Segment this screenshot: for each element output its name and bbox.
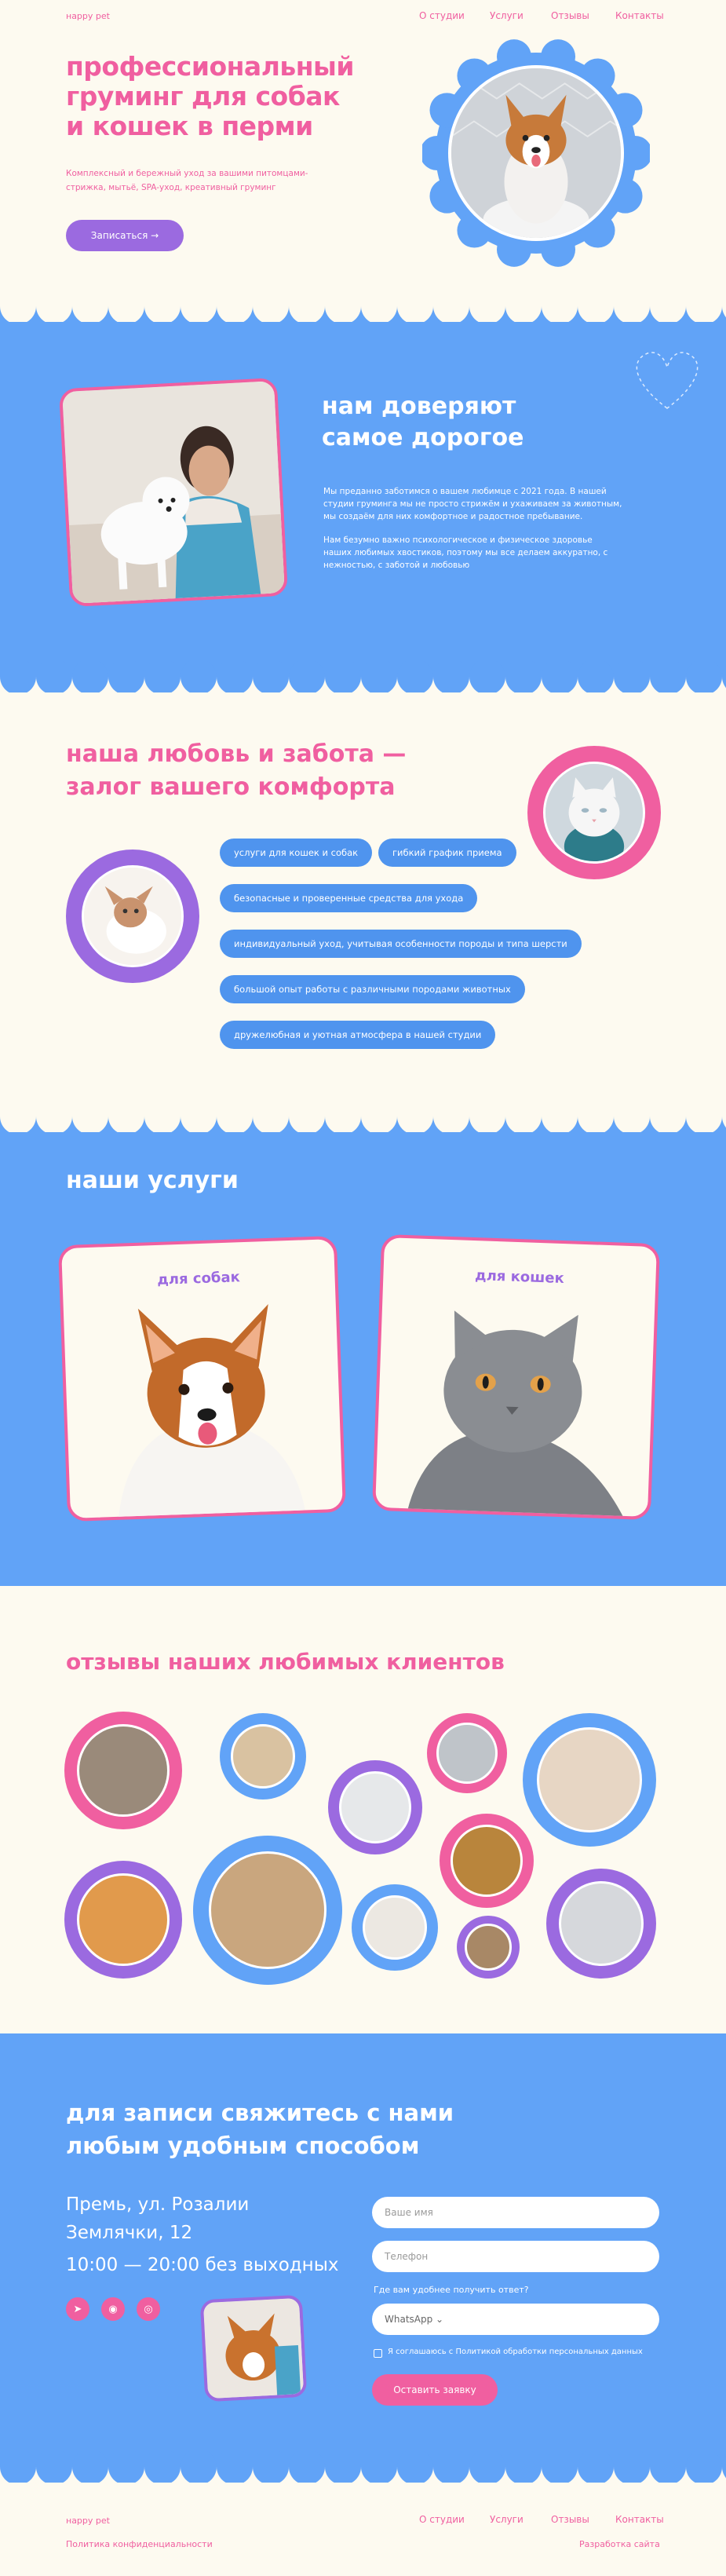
logo[interactable]: нappy pet — [66, 11, 110, 21]
reviews-title: отзывы наших любимых клиентов — [66, 1649, 505, 1675]
service-dogs-label: для собак — [156, 1269, 241, 1288]
reviews-section: отзывы наших любимых клиентов — [0, 1586, 726, 2033]
contact-photo — [199, 2294, 308, 2402]
nav-about[interactable]: О студии — [419, 10, 465, 21]
working-hours: 10:00 — 20:00 без выходных — [66, 2255, 339, 2275]
hero-title: профессиональный груминг для собак и кош… — [66, 51, 355, 141]
consent-checkbox[interactable] — [374, 2349, 382, 2358]
nav-services[interactable]: Услуги — [490, 10, 524, 21]
footer-logo[interactable]: нappy pet — [66, 2516, 110, 2526]
tag-flexible: гибкий график приема — [378, 839, 516, 867]
white-cat-photo — [543, 762, 645, 864]
tag-experience: большой опыт работы с различными породам… — [220, 975, 525, 1003]
scallop-divider — [0, 1101, 726, 1132]
hero-photo-frame — [420, 39, 652, 267]
sphynx-photo — [82, 865, 184, 967]
reply-question: Где вам удобнее получить ответ? — [374, 2285, 529, 2295]
corgi-illustration — [118, 1304, 307, 1522]
address: Премь, ул. Розалии Землячки, 12 — [66, 2194, 250, 2243]
privacy-policy-link[interactable]: Политика конфиденциальности — [66, 2539, 213, 2549]
service-card-cats[interactable]: для кошек — [371, 1233, 661, 1521]
review-photo[interactable] — [523, 1713, 656, 1847]
scallop-divider — [0, 661, 726, 692]
tag-individual: индивидуальный уход, учитывая особенност… — [220, 930, 582, 958]
tag-atmosphere: дружелюбная и уютная атмосфера в нашей с… — [220, 1021, 496, 1049]
trust-photo — [58, 377, 289, 608]
scallop-divider — [0, 2451, 726, 2483]
social-icons: ➤ ◉ ◎ — [66, 2297, 160, 2321]
consent-text: Я соглашаюсь с Политикой обработки персо… — [388, 2348, 643, 2356]
footer-nav-reviews[interactable]: Отзывы — [551, 2514, 589, 2525]
review-photo[interactable] — [64, 1861, 182, 1979]
messenger-select[interactable]: WhatsApp ⌄ — [372, 2304, 659, 2335]
review-photo[interactable] — [328, 1760, 422, 1854]
signup-button[interactable]: Записаться → — [66, 220, 184, 251]
care-title: наша любовь и забота — залог вашего комф… — [66, 740, 407, 801]
review-photo[interactable] — [220, 1713, 306, 1800]
tag-cats-dogs: услуги для кошек и собак — [220, 839, 373, 867]
review-photo[interactable] — [352, 1884, 438, 1971]
sphynx-frame — [66, 850, 199, 983]
trust-section: нам доверяют самое дорогое Мы преданно з… — [0, 306, 726, 675]
corgi-photo — [448, 65, 624, 241]
footer-nav-contacts[interactable]: Контакты — [615, 2514, 664, 2525]
service-card-dogs[interactable]: для собак — [57, 1235, 347, 1522]
trust-text: Мы преданно заботимся о вашем любимце с … — [323, 487, 622, 570]
heart-doodle — [636, 352, 699, 409]
telegram-icon[interactable]: ➤ — [66, 2297, 89, 2321]
name-field[interactable]: Ваше имя — [372, 2197, 659, 2228]
vk-icon[interactable]: ◉ — [101, 2297, 125, 2321]
care-section: наша любовь и забота — залог вашего комф… — [0, 675, 726, 1115]
review-photo[interactable] — [440, 1814, 534, 1908]
contact-title: для записи свяжитесь с нами любым удобны… — [66, 2099, 454, 2159]
review-photo[interactable] — [193, 1836, 342, 1985]
review-photo[interactable] — [457, 1916, 520, 1979]
tag-safe: безопасные и проверенные средства для ух… — [220, 884, 478, 912]
footer-nav-services[interactable]: Услуги — [490, 2514, 524, 2525]
service-cats-label: для кошек — [474, 1267, 565, 1288]
nav-reviews[interactable]: Отзывы — [551, 10, 589, 21]
review-photo[interactable] — [546, 1869, 656, 1979]
scallop-divider — [0, 290, 726, 322]
trust-title: нам доверяют самое дорогое — [322, 393, 524, 451]
hero-subtitle: Комплексный и бережный уход за вашими пи… — [66, 169, 308, 192]
instagram-icon[interactable]: ◎ — [137, 2297, 160, 2321]
services-title: наши услуги — [66, 1167, 239, 1194]
footer-nav-about[interactable]: О студии — [419, 2514, 465, 2525]
services-section: наши услуги для собак для кошек — [0, 1115, 726, 1586]
phone-field[interactable]: Телефон — [372, 2241, 659, 2272]
developer-link[interactable]: Разработка сайта — [579, 2539, 660, 2549]
submit-button[interactable]: Оставить заявку — [372, 2374, 498, 2406]
review-photo[interactable] — [427, 1713, 507, 1793]
british-cat-illustration — [406, 1310, 626, 1521]
contact-section: для записи свяжитесь с нами любым удобны… — [0, 2033, 726, 2465]
review-photo[interactable] — [64, 1712, 182, 1829]
white-cat-frame — [527, 746, 661, 879]
hero-section: нappy pet О студии Услуги Отзывы Контакт… — [0, 0, 726, 306]
nav-contacts[interactable]: Контакты — [615, 10, 664, 21]
